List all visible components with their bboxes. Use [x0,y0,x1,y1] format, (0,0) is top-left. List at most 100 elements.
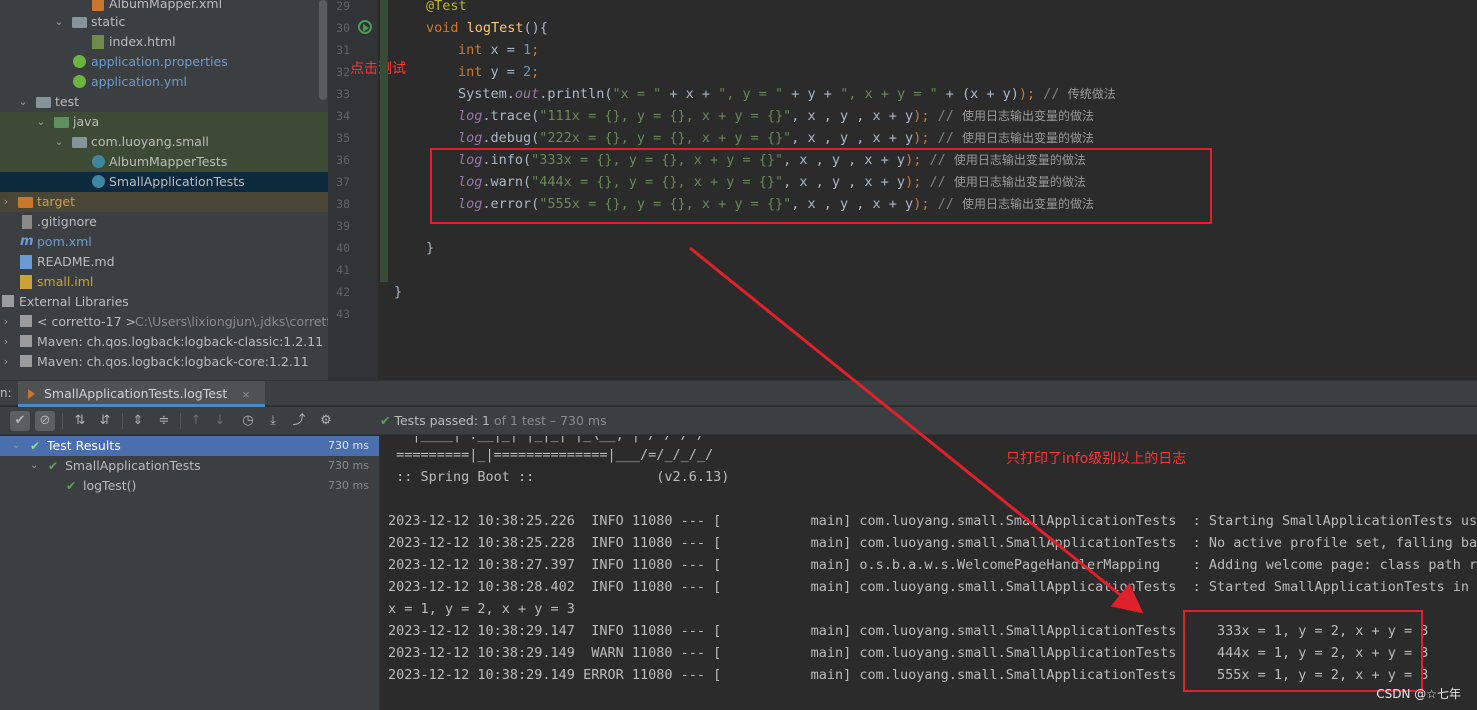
line-number: 34 [336,109,350,123]
library-icon [20,355,32,367]
package-icon [72,137,87,148]
tree-item-pom-xml[interactable]: m pom.xml [0,232,328,252]
maven-icon: m [20,234,34,249]
tree-item-test[interactable]: ⌄ test [0,92,328,112]
test-history-icon[interactable]: ◷ [238,411,258,431]
chevron-down-icon[interactable]: ⌄ [53,132,65,152]
show-ignored-icon[interactable]: ⊘ [35,411,55,431]
chevron-down-icon[interactable]: ⌄ [17,92,29,112]
chevron-right-icon[interactable]: › [0,352,12,372]
run-test-gutter-icon[interactable] [358,20,372,34]
tree-item-small-iml[interactable]: small.iml [0,272,328,292]
chevron-right-icon[interactable]: › [0,332,12,352]
chevron-down-icon[interactable]: ⌄ [30,456,38,476]
line-number: 41 [336,263,350,277]
folder-icon [72,17,87,28]
result-test-results[interactable]: ⌄ ✔ Test Results 730 ms [0,436,379,456]
markdown-icon [20,255,32,269]
result-logtest[interactable]: ✔ logTest() 730 ms [0,476,379,496]
result-smallapplicationtests[interactable]: ⌄ ✔ SmallApplicationTests 730 ms [0,456,379,476]
collapse-all-icon[interactable]: ≑ [154,411,174,431]
expand-all-icon[interactable]: ⇕ [128,411,148,431]
tree-item-jdk[interactable]: › < corretto-17 > C:\Users\lixiongjun\.j… [0,312,328,332]
tree-item-application-properties[interactable]: application.properties [0,52,328,72]
chevron-down-icon[interactable]: ⌄ [53,12,65,32]
console-line: 2023-12-12 10:38:25.226 INFO 11080 --- [… [388,513,1477,529]
sort-alphabetically-icon[interactable]: ⇅ [70,411,90,431]
gear-icon[interactable]: ⚙ [316,411,336,431]
line-number: 33 [336,87,350,101]
run-config-icon [28,389,37,399]
tree-item-index-html[interactable]: index.html [0,32,328,52]
console-line: 2023-12-12 10:38:27.397 INFO 11080 --- [… [388,557,1477,573]
code-editor[interactable]: 29 30 31 32 33 34 35 36 37 38 39 40 41 4… [328,0,1477,380]
folder-icon [36,97,51,108]
jdk-icon [20,315,32,327]
line-number: 40 [336,241,350,255]
run-window-label: n: [0,386,12,400]
chevron-down-icon[interactable]: ⌄ [35,112,47,132]
code-line-32: int y = 2; [458,64,540,80]
highlight-box-log-levels [430,148,1212,224]
chevron-right-icon[interactable]: › [0,192,12,212]
tree-item-external-libraries[interactable]: External Libraries [0,292,328,312]
tab-smallapplicationtests-logtest[interactable]: SmallApplicationTests.logTest × [18,381,265,407]
console-line: x = 1, y = 2, x + y = 3 [388,601,575,617]
tree-item-logback-classic[interactable]: › Maven: ch.qos.logback:logback-classic:… [0,332,328,352]
watermark: CSDN @☆七年 [1376,687,1461,701]
spring-config-icon [73,55,86,68]
code-line-40: } [426,240,435,256]
next-failed-icon[interactable]: ↓ [210,411,230,431]
tree-item-java[interactable]: ⌄ java [0,112,328,132]
show-passed-icon[interactable]: ✔ [10,411,30,431]
code-line-30: void logTest(){ [426,20,548,36]
line-number: 32 [336,65,350,79]
close-icon[interactable]: × [241,388,250,401]
click-test-annotation: 点击测试 [350,61,406,77]
line-number: 35 [336,131,350,145]
import-tests-icon[interactable]: ⤓ [263,411,283,431]
junit-class-icon [92,175,105,188]
run-toolbar: ✔ ⊘ ⇅ ⇵ ⇕ ≑ ↑ ↓ ◷ ⤓ ⤴ ⚙ ✔ Tests passed: 1… [0,407,1477,435]
code-line-35: log.debug("222x = {}, y = {}, x + y = {}… [458,130,1094,146]
line-number: 43 [336,307,350,321]
tree-item-application-yml[interactable]: application.yml [0,72,328,92]
libraries-icon [2,295,14,307]
line-number: 29 [336,0,350,13]
xml-file-icon [92,0,104,11]
tree-item-gitignore[interactable]: .gitignore [0,212,328,232]
test-status: ✔ Tests passed: 1 of 1 test – 730 ms [380,413,607,428]
run-tool-window: n: SmallApplicationTests.logTest × ✔ ⊘ ⇅… [0,380,1477,710]
chevron-down-icon[interactable]: ⌄ [12,436,20,456]
line-number: 37 [336,175,350,189]
sort-by-duration-icon[interactable]: ⇵ [95,411,115,431]
check-icon: ✔ [380,413,391,428]
project-tree: AlbumMapper.xml ⌄ static index.html appl… [0,0,328,380]
tree-scrollbar[interactable] [319,0,327,100]
export-results-icon[interactable]: ⤴ [289,411,309,431]
tree-item-readme[interactable]: README.md [0,252,328,272]
tab-title: SmallApplicationTests.logTest [44,386,228,401]
tree-item-logback-core[interactable]: › Maven: ch.qos.logback:logback-core:1.2… [0,352,328,372]
line-number: 36 [336,153,350,167]
check-icon: ✔ [66,479,77,493]
toolbar-separator [122,413,123,429]
test-results-tree: ⌄ ✔ Test Results 730 ms ⌄ ✔ SmallApplica… [0,436,380,710]
line-number: 30 [336,21,350,35]
console-output[interactable]: '|____| .__|_| |_|_| |_\__, | / / / / ==… [381,436,1477,710]
code-line-31: int x = 1; [458,42,540,58]
tree-item-smallapplicationtests[interactable]: SmallApplicationTests [0,172,328,192]
tree-item-target[interactable]: › target [0,192,328,212]
tree-item-albummappertests[interactable]: AlbumMapperTests [0,152,328,172]
check-icon: ✔ [30,439,41,453]
html-file-icon [92,35,104,49]
previous-failed-icon[interactable]: ↑ [186,411,206,431]
check-icon: ✔ [48,459,59,473]
code-line-33: System.out.println("x = " + x + ", y = "… [458,86,1116,102]
tree-item-static[interactable]: ⌄ static [0,12,328,32]
code-line-42: } [394,284,403,300]
highlight-box-log-output [1183,610,1423,692]
gitignore-icon [22,215,32,229]
tree-item-package[interactable]: ⌄ com.luoyang.small [0,132,328,152]
chevron-right-icon[interactable]: › [0,312,12,332]
